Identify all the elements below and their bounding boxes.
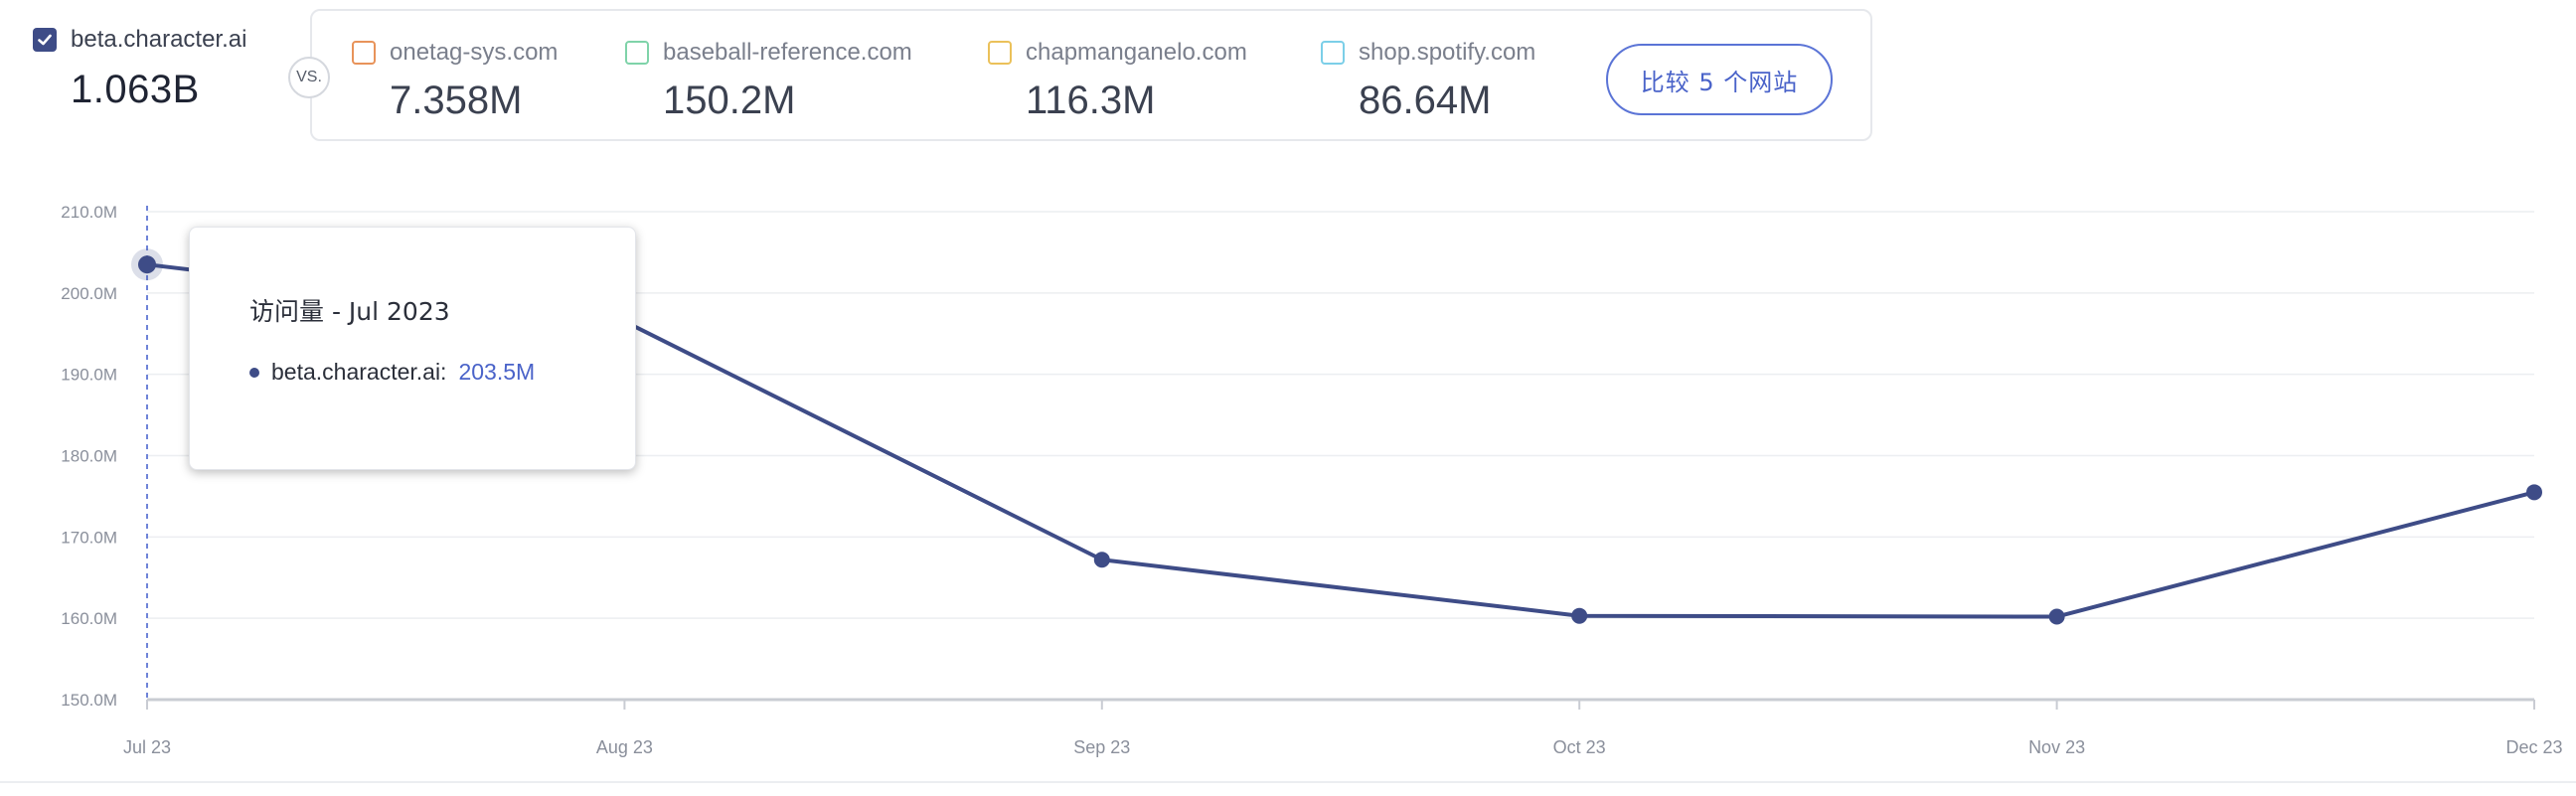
y-tick-label: 200.0M [61, 284, 117, 303]
tooltip-title: 访问量 - Jul 2023 [249, 297, 450, 326]
compare-sites-button[interactable]: 比较 5 个网站 [1606, 44, 1833, 115]
y-tick-label: 150.0M [61, 691, 117, 710]
y-tick-label: 190.0M [61, 366, 117, 385]
tooltip-site: beta.character.ai: [271, 359, 447, 385]
competitor-value: 86.64M [1359, 79, 1492, 122]
x-tick-label: Oct 23 [1553, 737, 1606, 757]
competitor-value: 116.3M [1026, 79, 1156, 122]
y-tick-label: 210.0M [61, 203, 117, 222]
vs-badge: VS. [288, 57, 330, 98]
x-tick-label: Dec 23 [2505, 737, 2562, 757]
competitor-site[interactable]: onetag-sys.com 7.358M [352, 39, 558, 123]
competitor-site[interactable]: shop.spotify.com 86.64M [1321, 39, 1535, 123]
checkbox-checked-icon[interactable] [33, 28, 57, 52]
data-point [2048, 608, 2065, 625]
competitor-name: shop.spotify.com [1359, 39, 1536, 66]
y-tick-label: 180.0M [61, 447, 117, 466]
divider [0, 781, 2576, 783]
y-tick-label: 160.0M [61, 609, 117, 628]
competitor-name: chapmanganelo.com [1026, 39, 1247, 66]
competitor-site[interactable]: chapmanganelo.com 116.3M [988, 39, 1247, 123]
tooltip-row: beta.character.ai: 203.5M [249, 359, 535, 386]
main-site-name: beta.character.ai [71, 26, 247, 53]
competitor-value: 150.2M [663, 79, 796, 122]
competitor-panel: onetag-sys.com 7.358M baseball-reference… [310, 9, 1872, 141]
x-tick-label: Sep 23 [1073, 737, 1130, 757]
checkbox-unchecked-icon[interactable] [625, 41, 649, 65]
checkbox-unchecked-icon[interactable] [352, 41, 376, 65]
data-point [138, 255, 156, 274]
x-tick-label: Nov 23 [2028, 737, 2085, 757]
competitor-name: baseball-reference.com [663, 39, 912, 66]
tooltip-value: 203.5M [458, 359, 536, 385]
data-point [1093, 552, 1110, 568]
competitor-value: 7.358M [390, 79, 523, 122]
x-tick-label: Aug 23 [596, 737, 653, 757]
x-tick-label: Jul 23 [123, 737, 171, 757]
y-tick-label: 170.0M [61, 528, 117, 547]
main-site-value: 1.063B [71, 68, 200, 111]
data-point [2526, 484, 2542, 501]
series-dot-icon [249, 367, 259, 378]
checkbox-unchecked-icon[interactable] [988, 41, 1012, 65]
main-site[interactable]: beta.character.ai 1.063B [33, 26, 246, 112]
competitor-name: onetag-sys.com [390, 39, 559, 66]
competitor-site[interactable]: baseball-reference.com 150.2M [625, 39, 912, 123]
data-point [1571, 607, 1588, 624]
checkbox-unchecked-icon[interactable] [1321, 41, 1345, 65]
chart-tooltip: 访问量 - Jul 2023 beta.character.ai: 203.5M [189, 227, 636, 470]
